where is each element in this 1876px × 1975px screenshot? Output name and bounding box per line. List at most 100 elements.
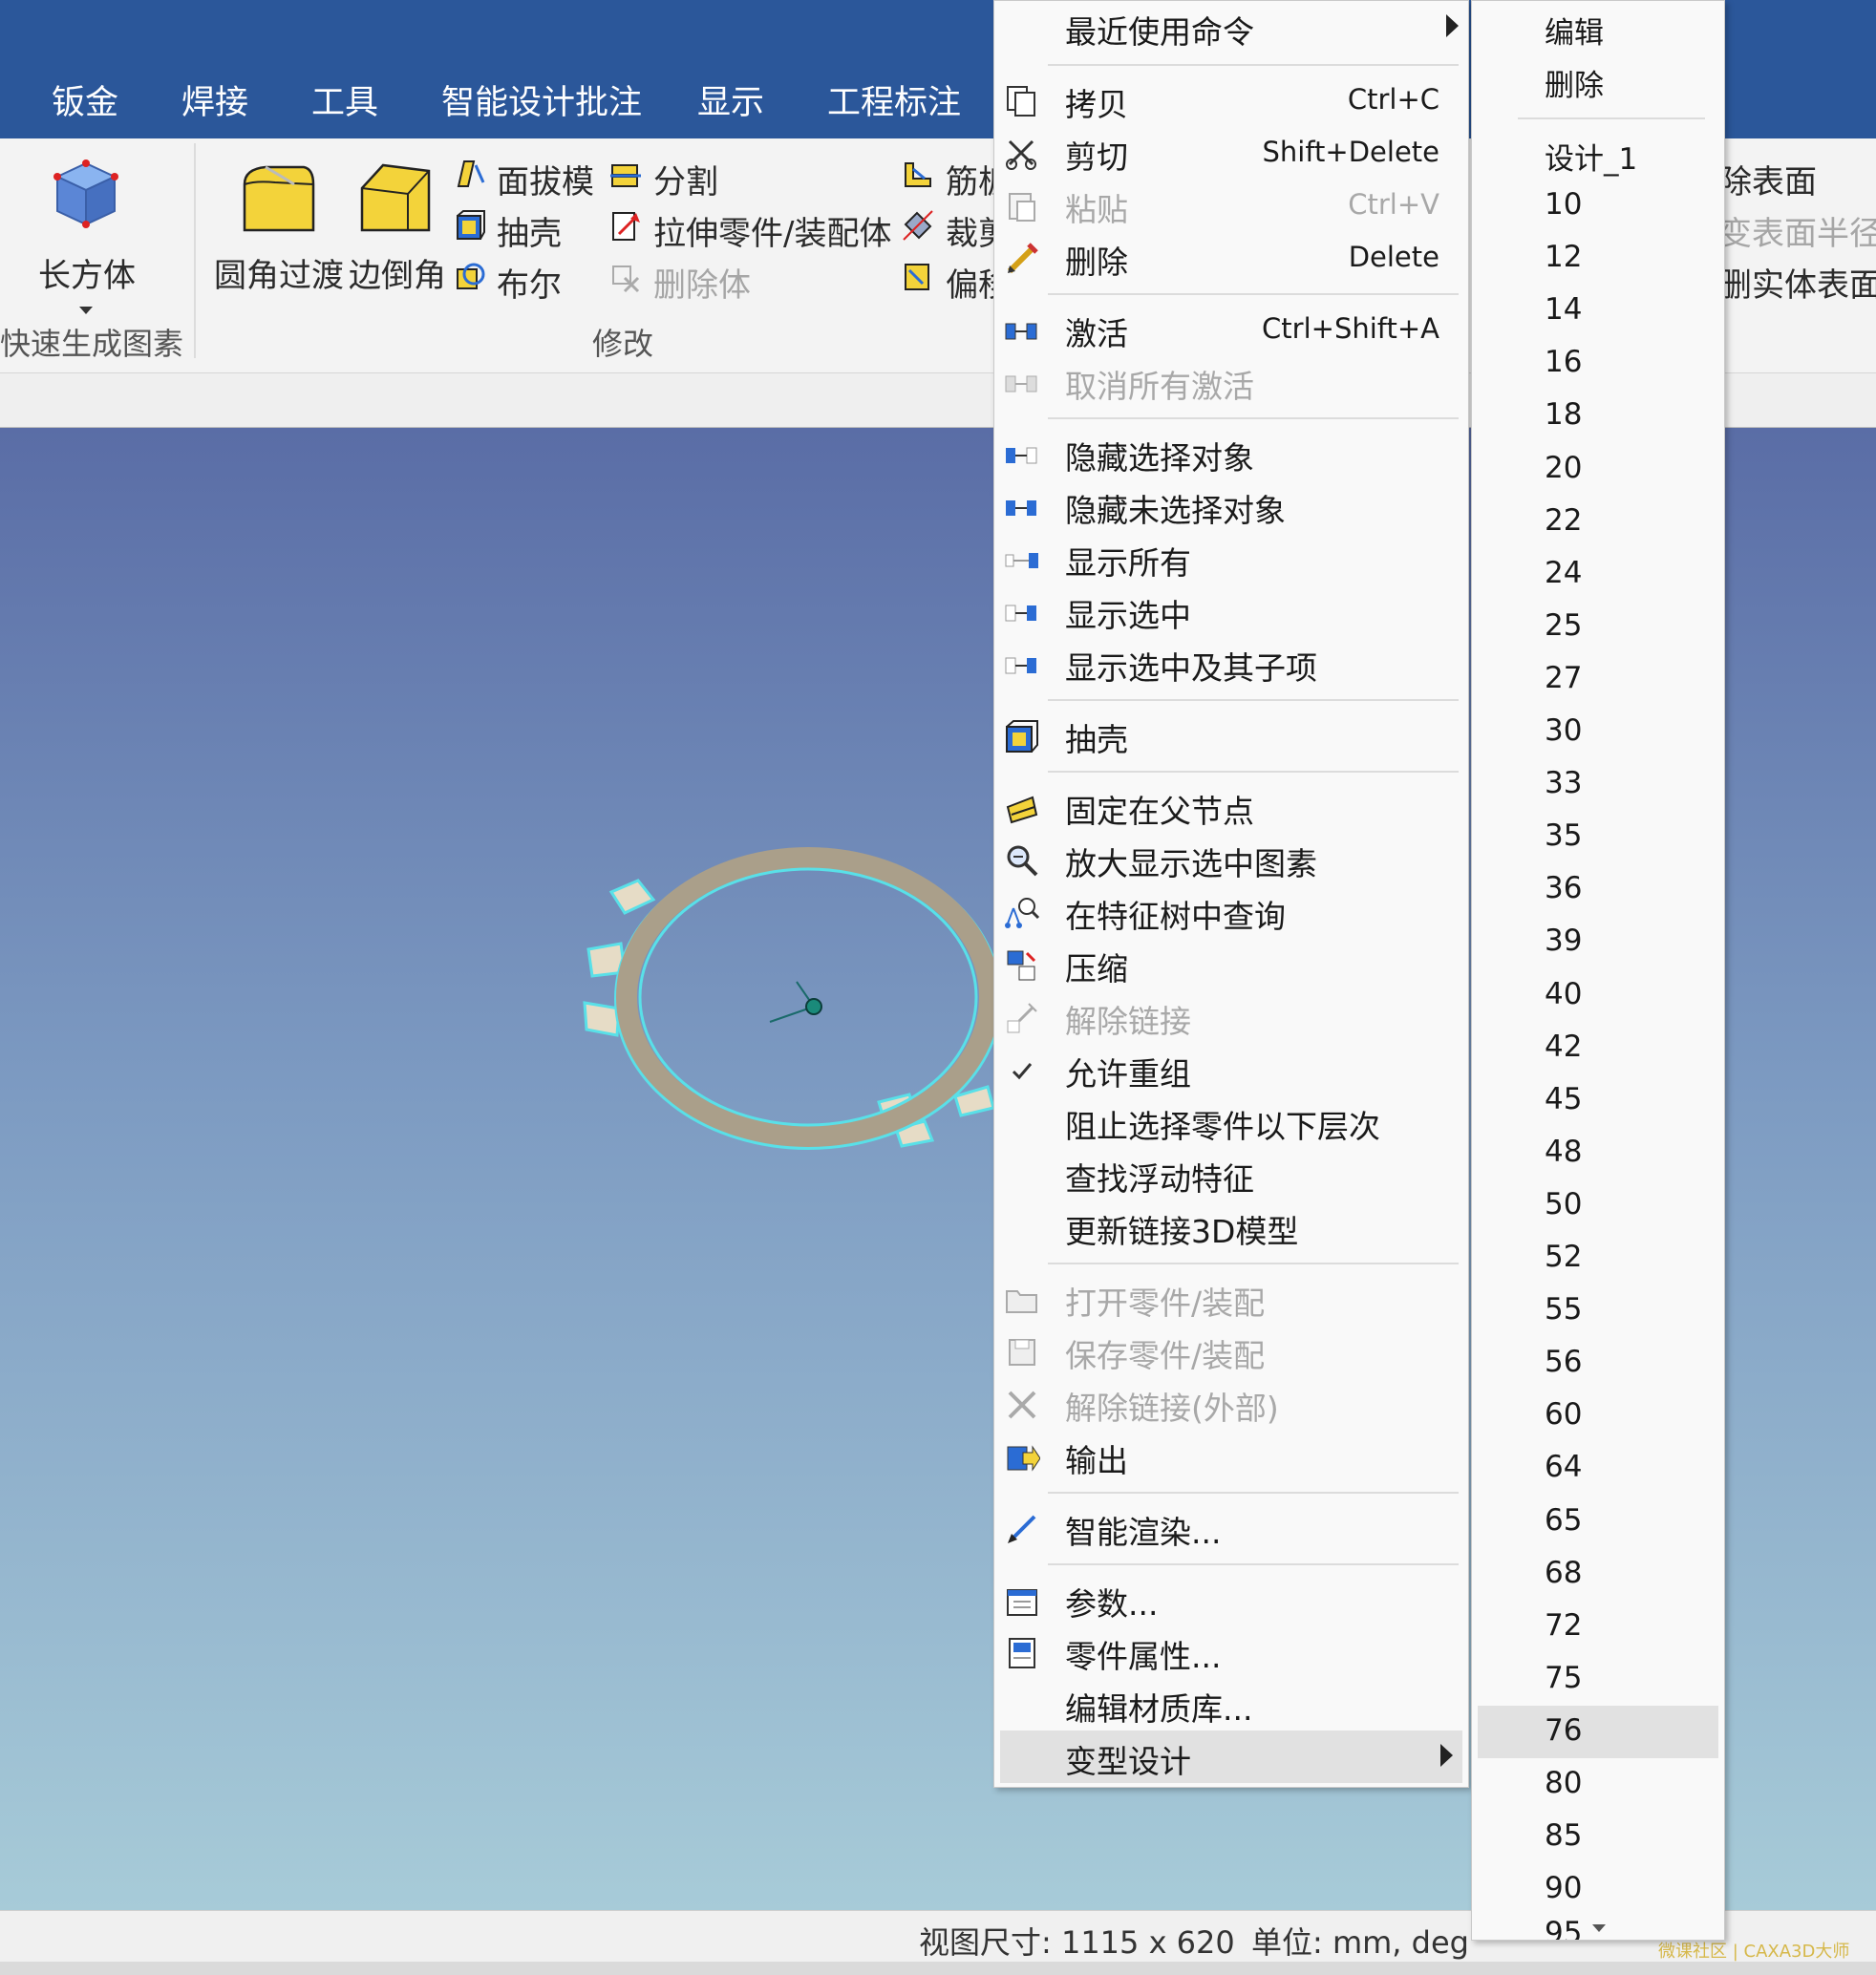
delete-body-button[interactable]: 删除体 (653, 259, 751, 306)
menu-item-unlink[interactable]: 解除链接 (994, 990, 1468, 1043)
submenu-item-size[interactable]: 12 (1472, 232, 1724, 285)
tab-tools[interactable]: 工具 (311, 80, 378, 126)
tab-engineering-annotation[interactable]: 工程标注 (827, 80, 961, 126)
fillet-button[interactable]: 圆角过渡 (212, 156, 346, 299)
menu-item-find-floating[interactable]: 查找浮动特征 (994, 1148, 1468, 1200)
stretch-button[interactable]: 拉伸零件/装配体 (653, 207, 891, 254)
menu-item-deactivate-all[interactable]: 取消所有激活 (994, 355, 1468, 408)
menu-item-copy[interactable]: 拷贝 Ctrl+C (994, 74, 1468, 126)
menu-item-activate[interactable]: 激活 Ctrl+Shift+A (994, 303, 1468, 355)
tab-welding[interactable]: 焊接 (181, 80, 248, 126)
menu-item-fix-to-parent[interactable]: 固定在父节点 (994, 780, 1468, 833)
submenu-item-size[interactable]: 40 (1472, 969, 1724, 1022)
submenu-item-size[interactable]: 10 (1472, 180, 1724, 232)
menu-separator (1048, 293, 1459, 295)
submenu-item-size[interactable]: 80 (1472, 1758, 1724, 1811)
submenu-item-size[interactable]: 24 (1472, 548, 1724, 601)
scroll-down-icon[interactable] (1592, 1924, 1606, 1932)
menu-item-paste[interactable]: 粘贴 Ctrl+V (994, 179, 1468, 231)
submenu-item-size[interactable]: 16 (1472, 337, 1724, 390)
submenu-item-size[interactable]: 14 (1472, 285, 1724, 337)
menu-item-shortcut: Ctrl+Shift+A (1262, 312, 1439, 345)
menu-item-cut[interactable]: 剪切 Shift+Delete (994, 126, 1468, 179)
chevron-down-icon[interactable] (79, 307, 93, 314)
box-button[interactable]: 长方体 (19, 156, 153, 314)
menu-item-save-part[interactable]: 保存零件/装配 (994, 1325, 1468, 1377)
submenu-item-label: 40 (1545, 977, 1583, 1011)
submenu-item-size[interactable]: 68 (1472, 1548, 1724, 1601)
submenu-item-design[interactable]: 设计_1 (1472, 127, 1724, 180)
submenu-item-size[interactable]: 45 (1472, 1074, 1724, 1127)
submenu-item-edit[interactable]: 编辑 (1472, 1, 1724, 53)
menu-item-part-properties[interactable]: 零件属性... (994, 1625, 1468, 1678)
tab-display[interactable]: 显示 (697, 80, 764, 126)
menu-item-show-selected-children[interactable]: 显示选中及其子项 (994, 637, 1468, 690)
submenu-item-size[interactable]: 55 (1472, 1285, 1724, 1337)
menu-item-edit-material[interactable]: 编辑材质库... (994, 1678, 1468, 1731)
menu-item-smart-render[interactable]: 智能渲染... (994, 1501, 1468, 1554)
menu-item-label: 剪切 (1065, 138, 1128, 176)
menu-item-unlink-external[interactable]: 解除链接(外部) (994, 1377, 1468, 1430)
menu-item-hide-unselected[interactable]: 隐藏未选择对象 (994, 479, 1468, 532)
menu-item-open-part[interactable]: 打开零件/装配 (994, 1272, 1468, 1325)
group-label-modify: 修改 (592, 326, 654, 362)
split-button[interactable]: 分割 (653, 156, 718, 202)
submenu-item-label: 85 (1545, 1818, 1583, 1853)
submenu-item-label: 50 (1545, 1187, 1583, 1221)
menu-item-find-in-tree[interactable]: 在特征树中查询 (994, 885, 1468, 938)
submenu-item-size[interactable]: 72 (1472, 1601, 1724, 1653)
boolean-button[interactable]: 布尔 (497, 259, 562, 306)
submenu-item-size[interactable]: 22 (1472, 496, 1724, 548)
menu-item-hide-selected[interactable]: 隐藏选择对象 (994, 427, 1468, 479)
submenu-item-size[interactable]: 33 (1472, 758, 1724, 811)
chamfer-button[interactable]: 边倒角 (349, 156, 446, 299)
submenu-item-size[interactable]: 50 (1472, 1179, 1724, 1232)
menu-item-shortcut: Ctrl+V (1348, 188, 1439, 221)
menu-item-export[interactable]: 输出 (994, 1430, 1468, 1482)
submenu-item-size[interactable]: 60 (1472, 1390, 1724, 1442)
submenu-item-size[interactable]: 75 (1472, 1653, 1724, 1706)
delete-body-icon (612, 265, 640, 293)
remove-face-button[interactable]: 除表面 (1719, 156, 1817, 202)
activate-icon (1005, 323, 1037, 340)
menu-item-shell[interactable]: 抽壳 (994, 709, 1468, 761)
tab-sheet-metal[interactable]: 钣金 (52, 80, 118, 126)
submenu-item-size[interactable]: 35 (1472, 811, 1724, 863)
shell-button[interactable]: 抽壳 (497, 207, 562, 254)
menu-item-show-selected[interactable]: 显示选中 (994, 584, 1468, 637)
submenu-item-size[interactable]: 42 (1472, 1022, 1724, 1074)
submenu-item-size[interactable]: 85 (1472, 1811, 1724, 1863)
delete-solid-face-button[interactable]: 删实体表面 (1719, 259, 1876, 306)
submenu-item-size[interactable]: 48 (1472, 1127, 1724, 1179)
face-draft-button[interactable]: 面拔模 (497, 156, 594, 202)
submenu-item-size[interactable]: 36 (1472, 863, 1724, 916)
menu-item-show-all[interactable]: 显示所有 (994, 532, 1468, 584)
submenu-item-size[interactable]: 76 (1478, 1706, 1718, 1758)
menu-item-allow-regroup[interactable]: 允许重组 (994, 1043, 1468, 1095)
menu-item-label: 显示选中 (1065, 597, 1191, 634)
submenu-item-size[interactable]: 30 (1472, 706, 1724, 758)
submenu-item-size[interactable]: 27 (1472, 653, 1724, 706)
menu-item-delete[interactable]: 删除 Delete (994, 231, 1468, 284)
menu-item-params[interactable]: 参数... (994, 1573, 1468, 1625)
submenu-item-size[interactable]: 18 (1472, 390, 1724, 442)
menu-item-variant-design[interactable]: 变型设计 (1000, 1731, 1462, 1783)
submenu-item-size[interactable]: 64 (1472, 1442, 1724, 1495)
submenu-item-size[interactable]: 39 (1472, 916, 1724, 968)
rib-icon (905, 162, 931, 187)
tab-smart-annotation[interactable]: 智能设计批注 (441, 80, 642, 126)
change-face-radius-button[interactable]: 变表面半径 (1719, 207, 1876, 254)
submenu-item-delete[interactable]: 删除 (1472, 53, 1724, 106)
submenu-item-size[interactable]: 25 (1472, 601, 1724, 653)
submenu-item-size[interactable]: 65 (1472, 1496, 1724, 1548)
submenu-item-size[interactable]: 56 (1472, 1337, 1724, 1390)
menu-item-recent-commands[interactable]: 最近使用命令 (994, 1, 1468, 53)
submenu-item-size[interactable]: 52 (1472, 1232, 1724, 1285)
menu-item-compress[interactable]: 压缩 (994, 938, 1468, 990)
menu-item-label: 在特征树中查询 (1065, 898, 1286, 935)
watermark: 微课社区 | CAXA3D大师 (1658, 1942, 1850, 1962)
menu-item-block-select[interactable]: 阻止选择零件以下层次 (994, 1095, 1468, 1148)
submenu-item-size[interactable]: 20 (1472, 443, 1724, 496)
menu-item-zoom-selected[interactable]: 放大显示选中图素 (994, 833, 1468, 885)
menu-item-update-link[interactable]: 更新链接3D模型 (994, 1200, 1468, 1253)
